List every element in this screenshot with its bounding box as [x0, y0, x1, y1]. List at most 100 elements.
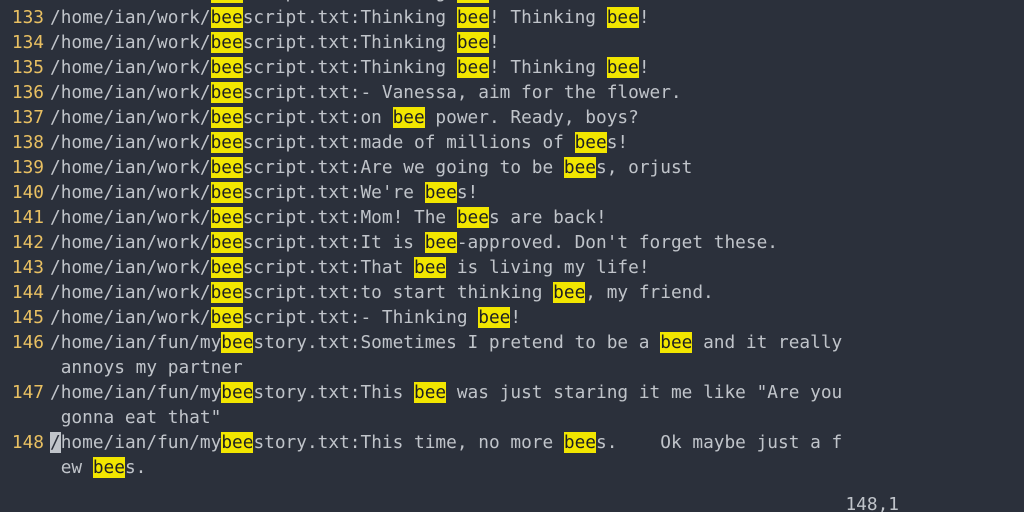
- buffer-line[interactable]: 134/home/ian/work/beescript.txt:Thinking…: [0, 30, 1024, 55]
- line-text: /home/ian/work/beescript.txt:It is bee-a…: [50, 230, 778, 255]
- text-segment: !: [639, 57, 650, 78]
- line-text: /home/ian/work/beescript.txt:made of mil…: [50, 130, 628, 155]
- line-text: /home/ian/work/beescript.txt:Mom! The be…: [50, 205, 607, 230]
- text-segment: /home/ian/work/: [50, 207, 211, 228]
- text-segment: !: [510, 307, 521, 328]
- buffer-line[interactable]: 146/home/ian/fun/mybeestory.txt:Sometime…: [0, 330, 1024, 355]
- text-segment: /home/ian/work/: [50, 232, 211, 253]
- buffer-line[interactable]: 140/home/ian/work/beescript.txt:We're be…: [0, 180, 1024, 205]
- line-number: 140: [0, 180, 50, 205]
- text-segment: script.txt:It is: [243, 232, 425, 253]
- buffer-line-wrap[interactable]: gonna eat that": [0, 405, 1024, 430]
- text-segment: script.txt:on: [243, 107, 393, 128]
- buffer-line[interactable]: 135/home/ian/work/beescript.txt:Thinking…: [0, 55, 1024, 80]
- text-segment: story.txt:This time, no more: [253, 432, 563, 453]
- text-segment: -approved. Don't forget these.: [457, 232, 778, 253]
- text-segment: !: [489, 0, 500, 3]
- text-segment: , my friend.: [585, 282, 713, 303]
- search-highlight: bee: [575, 132, 607, 153]
- text-segment: gonna eat that": [50, 407, 221, 428]
- search-highlight: bee: [457, 207, 489, 228]
- line-number: 142: [0, 230, 50, 255]
- text-segment: home/ian/fun/my: [61, 432, 222, 453]
- search-highlight: bee: [425, 182, 457, 203]
- text-segment: annoys my partner: [50, 357, 243, 378]
- search-highlight: bee: [607, 57, 639, 78]
- text-segment: /home/ian/work/: [50, 257, 211, 278]
- search-highlight: bee: [211, 257, 243, 278]
- buffer-line[interactable]: 138/home/ian/work/beescript.txt:made of …: [0, 130, 1024, 155]
- search-highlight: bee: [478, 307, 510, 328]
- text-segment: /home/ian/work/: [50, 107, 211, 128]
- search-highlight: bee: [211, 82, 243, 103]
- buffer-line[interactable]: 133/home/ian/work/beescript.txt:Thinking…: [0, 5, 1024, 30]
- search-highlight: bee: [211, 207, 243, 228]
- text-segment: /home/ian/work/: [50, 7, 211, 28]
- editor-viewport[interactable]: 132/home/ian/work/beescript.txt:Thinking…: [0, 0, 1024, 492]
- line-number: 147: [0, 380, 50, 405]
- line-text: /home/ian/work/beescript.txt:That bee is…: [50, 255, 650, 280]
- text-segment: and it really: [692, 332, 842, 353]
- text-segment: script.txt:Thinking: [243, 57, 457, 78]
- buffer-line[interactable]: 141/home/ian/work/beescript.txt:Mom! The…: [0, 205, 1024, 230]
- text-segment: /home/ian/fun/my: [50, 382, 221, 403]
- buffer-line[interactable]: 147/home/ian/fun/mybeestory.txt:This bee…: [0, 380, 1024, 405]
- buffer-line[interactable]: 137/home/ian/work/beescript.txt:on bee p…: [0, 105, 1024, 130]
- text-segment: power. Ready, boys?: [425, 107, 639, 128]
- line-text: /home/ian/work/beescript.txt:We're bees!: [50, 180, 478, 205]
- text-segment: script.txt:Thinking: [243, 0, 457, 3]
- search-highlight: bee: [425, 232, 457, 253]
- search-highlight: bee: [457, 57, 489, 78]
- buffer-line[interactable]: 148/home/ian/fun/mybeestory.txt:This tim…: [0, 430, 1024, 455]
- line-number: 139: [0, 155, 50, 180]
- text-segment: ! Thinking: [489, 7, 607, 28]
- buffer-line[interactable]: 139/home/ian/work/beescript.txt:Are we g…: [0, 155, 1024, 180]
- search-highlight: bee: [553, 282, 585, 303]
- line-number: 148: [0, 430, 50, 455]
- line-number: 137: [0, 105, 50, 130]
- search-highlight: bee: [564, 157, 596, 178]
- buffer-line[interactable]: 145/home/ian/work/beescript.txt:- Thinki…: [0, 305, 1024, 330]
- line-number: 141: [0, 205, 50, 230]
- search-highlight: bee: [211, 57, 243, 78]
- text-segment: /home/ian/work/: [50, 32, 211, 53]
- text-segment: /home/ian/work/: [50, 182, 211, 203]
- status-bar: 148,1 Bot: [0, 467, 1024, 492]
- buffer-line[interactable]: 144/home/ian/work/beescript.txt:to start…: [0, 280, 1024, 305]
- line-number: 135: [0, 55, 50, 80]
- search-highlight: bee: [211, 157, 243, 178]
- search-highlight: bee: [211, 307, 243, 328]
- buffer-line[interactable]: 143/home/ian/work/beescript.txt:That bee…: [0, 255, 1024, 280]
- text-segment: s!: [607, 132, 628, 153]
- line-text: /home/ian/fun/mybeestory.txt:Sometimes I…: [50, 330, 842, 355]
- text-segment: s!: [457, 182, 478, 203]
- text-segment: is living my life!: [446, 257, 649, 278]
- search-highlight: bee: [211, 107, 243, 128]
- text-segment: script.txt:to start thinking: [243, 282, 553, 303]
- text-segment: script.txt:- Thinking: [243, 307, 479, 328]
- text-segment: s are back!: [489, 207, 607, 228]
- line-number: 133: [0, 5, 50, 30]
- line-text: /home/ian/work/beescript.txt:Are we goin…: [50, 155, 692, 180]
- text-segment: /home/ian/work/: [50, 282, 211, 303]
- text-segment: /home/ian/work/: [50, 157, 211, 178]
- buffer-line[interactable]: 136/home/ian/work/beescript.txt:- Vaness…: [0, 80, 1024, 105]
- line-number: 143: [0, 255, 50, 280]
- search-highlight: bee: [393, 107, 425, 128]
- line-text: gonna eat that": [50, 405, 221, 430]
- line-number: 138: [0, 130, 50, 155]
- search-highlight: bee: [414, 382, 446, 403]
- search-highlight: bee: [457, 32, 489, 53]
- line-text: annoys my partner: [50, 355, 243, 380]
- text-segment: /home/ian/work/: [50, 82, 211, 103]
- text-segment: script.txt:We're: [243, 182, 425, 203]
- search-highlight: bee: [211, 132, 243, 153]
- text-segment: /home/ian/fun/my: [50, 332, 221, 353]
- cursor-position: 148,1: [845, 492, 899, 512]
- text-buffer[interactable]: 132/home/ian/work/beescript.txt:Thinking…: [0, 0, 1024, 480]
- search-highlight: bee: [221, 332, 253, 353]
- buffer-line-wrap[interactable]: annoys my partner: [0, 355, 1024, 380]
- buffer-line[interactable]: 142/home/ian/work/beescript.txt:It is be…: [0, 230, 1024, 255]
- line-number: [0, 355, 50, 380]
- line-number: 136: [0, 80, 50, 105]
